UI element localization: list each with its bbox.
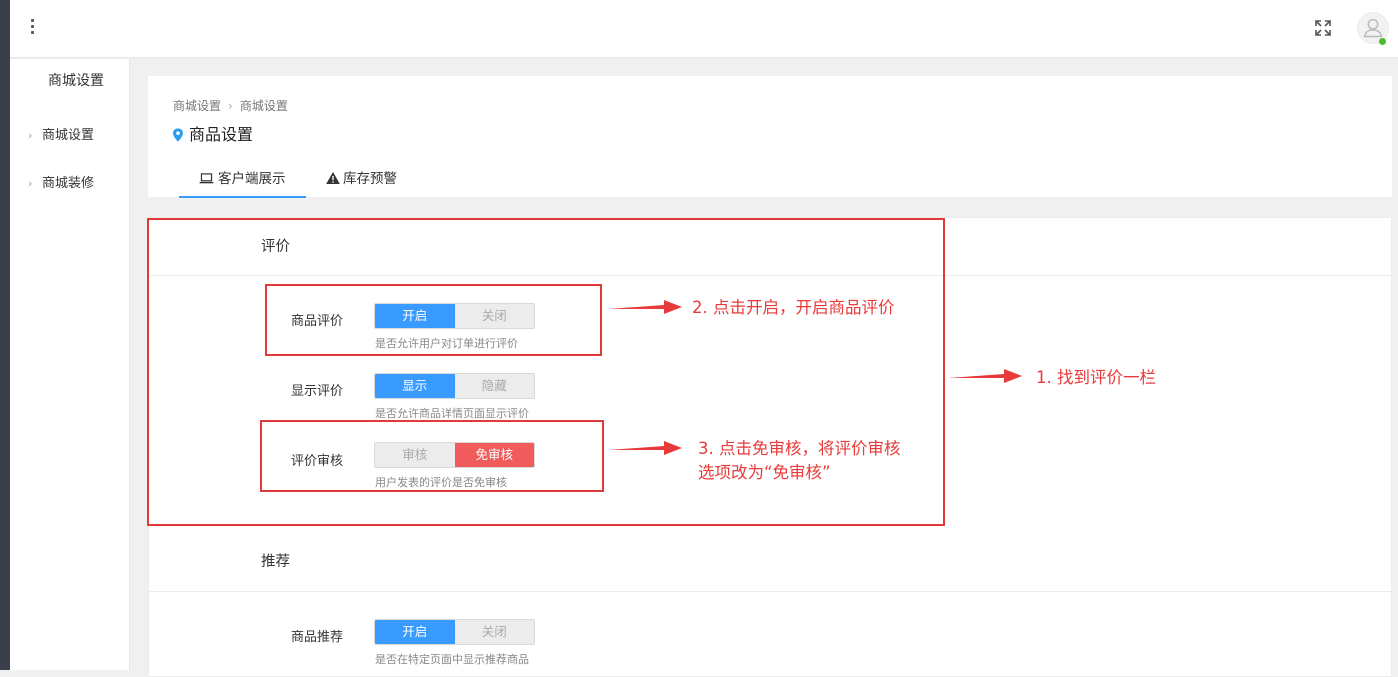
annotation-step-3-line1: 3. 点击免审核，将评价审核 <box>698 439 901 458</box>
sidebar-item-mall-settings[interactable]: › 商城设置 <box>28 124 94 143</box>
tab-stock-warning[interactable]: 库存预警 <box>326 167 397 187</box>
tab-label: 客户端展示 <box>218 171 286 187</box>
breadcrumb-item[interactable]: 商城设置 <box>173 99 221 113</box>
product-recommend-hint: 是否在特定页面中显示推荐商品 <box>375 653 529 666</box>
sidebar-item-mall-decoration[interactable]: › 商城装修 <box>28 172 94 191</box>
row-label-product-recommend: 商品推荐 <box>291 630 344 645</box>
sidebar-item-label: 商城设置 <box>42 128 95 143</box>
arrow-right-icon <box>608 300 682 314</box>
product-recommend-toggle: 开启 关闭 <box>374 619 535 645</box>
annotation-box-review-audit <box>260 420 604 492</box>
annotation-step-1: 1. 找到评价一栏 <box>1036 368 1156 387</box>
breadcrumb-separator: › <box>228 99 233 113</box>
page-header: 商城设置 › 商城设置 商品设置 客户端展示 库存预警 <box>148 76 1392 198</box>
breadcrumb: 商城设置 › 商城设置 <box>173 97 288 114</box>
product-recommend-off-option[interactable]: 关闭 <box>454 620 534 644</box>
arrow-right-icon <box>608 441 682 455</box>
product-recommend-on-option[interactable]: 开启 <box>375 620 455 644</box>
location-pin-icon <box>173 128 183 142</box>
page-title-text: 商品设置 <box>189 125 254 144</box>
laptop-icon <box>199 173 214 184</box>
page-title: 商品设置 <box>173 121 253 145</box>
divider <box>149 591 1391 592</box>
annotation-step-2: 2. 点击开启，开启商品评价 <box>692 298 895 317</box>
online-status-dot <box>1379 38 1386 45</box>
active-tab-indicator <box>179 196 306 198</box>
fullscreen-icon[interactable] <box>1313 18 1333 38</box>
tab-label: 库存预警 <box>343 171 397 187</box>
chevron-right-icon: › <box>28 177 33 190</box>
more-menu-icon[interactable] <box>30 19 36 37</box>
warning-icon <box>326 172 340 184</box>
sidebar-item-label: 商城装修 <box>42 176 95 191</box>
left-edge-strip <box>0 0 10 670</box>
top-bar <box>10 0 1398 58</box>
annotation-box-product-review <box>265 284 602 356</box>
section-title-recommend: 推荐 <box>261 554 290 570</box>
annotation-step-3-line2: 选项改为“免审核” <box>698 463 831 482</box>
breadcrumb-item[interactable]: 商城设置 <box>240 99 288 113</box>
arrow-right-icon <box>948 369 1022 383</box>
sidebar: 商城设置 › 商城设置 › 商城装修 <box>10 59 130 670</box>
sidebar-title: 商城设置 <box>48 73 104 89</box>
chevron-right-icon: › <box>28 129 33 142</box>
tab-client-display[interactable]: 客户端展示 <box>199 167 286 187</box>
